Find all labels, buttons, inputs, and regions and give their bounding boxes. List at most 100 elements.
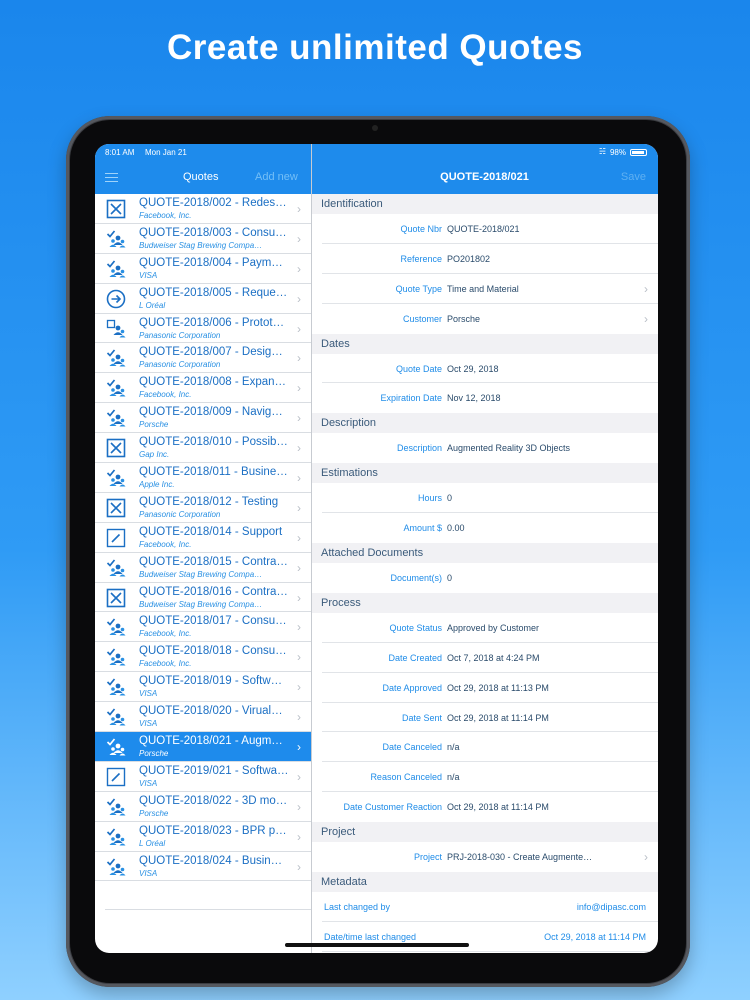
quote-title: QUOTE-2018/023 - BPR p… — [139, 824, 287, 837]
chevron-right-icon: › — [297, 590, 301, 605]
approved-group-icon — [106, 797, 126, 817]
field-customer[interactable]: Customer Porsche › — [322, 304, 658, 334]
field-quote-type[interactable]: Quote Type Time and Material › — [322, 274, 658, 304]
quote-title: QUOTE-2018/014 - Support — [139, 525, 283, 538]
field-value[interactable]: 0 — [447, 483, 627, 513]
status-time: 8:01 AM — [105, 148, 135, 157]
quote-title: QUOTE-2018/006 - Protot… — [139, 316, 285, 329]
status-bar: 8:01 AM Mon Jan 21 ☵ 98% — [95, 144, 658, 160]
field-label: Date Created — [388, 652, 442, 663]
field-date-created: Date Created Oct 7, 2018 at 4:24 PM — [322, 643, 658, 673]
quote-list-item[interactable]: QUOTE-2018/007 - Desig… Panasonic Corpora… — [95, 343, 311, 374]
field-value: 0 — [447, 573, 453, 584]
quote-client: Budweiser Stag Brewing Compa… — [139, 599, 263, 609]
chevron-right-icon: › — [297, 710, 301, 725]
approved-group-icon — [106, 378, 126, 398]
rejected-icon — [106, 588, 126, 608]
list-end-separator — [105, 909, 311, 910]
quote-list-item[interactable]: QUOTE-2018/005 - Reque… L Oréal › — [95, 284, 311, 314]
field-documents[interactable]: Document(s) 0 — [322, 563, 658, 593]
field-quote-status[interactable]: Quote Status Approved by Customer — [322, 613, 658, 643]
quote-list-item[interactable]: QUOTE-2018/020 - Virual… VISA › — [95, 702, 311, 733]
quote-list-item[interactable]: QUOTE-2018/011 - Busine… Apple Inc. › — [95, 463, 311, 493]
field-project[interactable]: Project PRJ-2018-030 - Create Augmente… … — [322, 842, 658, 872]
approved-group-icon — [106, 617, 126, 637]
chevron-right-icon: › — [297, 202, 301, 216]
field-label: Expiration Date — [380, 393, 442, 404]
quote-list-item[interactable]: QUOTE-2018/012 - Testing Panasonic Corpor… — [95, 493, 311, 523]
field-value[interactable]: 0.00 — [447, 513, 627, 543]
chevron-right-icon: › — [644, 281, 648, 296]
field-expiration-date[interactable]: Expiration Date Nov 12, 2018 — [322, 383, 658, 413]
rejected-icon — [106, 498, 126, 518]
sent-arrow-icon — [106, 289, 126, 309]
quote-list-item[interactable]: QUOTE-2018/015 - Contra… Budweiser Stag B… — [95, 553, 311, 583]
quote-client: Panasonic Corporation — [139, 330, 221, 340]
quote-list-item[interactable]: QUOTE-2019/021 - Softwa… VISA › — [95, 762, 311, 792]
field-description[interactable]: Description Augmented Reality 3D Objects — [322, 433, 658, 463]
field-value: Oct 29, 2018 — [447, 363, 499, 374]
field-label: Date Approved — [382, 682, 442, 693]
field-quote-nbr: Quote Nbr QUOTE-2018/021 — [322, 214, 658, 244]
approved-group-icon — [106, 259, 126, 279]
quote-list-item[interactable]: QUOTE-2018/016 - Contra… Budweiser Stag B… — [95, 583, 311, 613]
field-value: Approved by Customer — [447, 622, 540, 633]
quote-list-item[interactable]: QUOTE-2018/019 - Softw… VISA › — [95, 672, 311, 703]
field-value[interactable]: Augmented Reality 3D Objects — [447, 433, 627, 463]
quote-list-item[interactable]: QUOTE-2018/008 - Expan… Facebook, Inc. › — [95, 373, 311, 404]
quote-client: Porsche — [139, 808, 169, 818]
field-label: Quote Nbr — [400, 224, 442, 234]
quote-list-item[interactable]: QUOTE-2018/018 - Consu… Facebook, Inc. › — [95, 642, 311, 673]
quote-client: VISA — [139, 868, 158, 878]
field-reference[interactable]: Reference PO201802 — [322, 244, 658, 274]
quote-list-item[interactable]: QUOTE-2018/010 - Possib… Gap Inc. › — [95, 433, 311, 464]
field-label: Hours — [417, 493, 442, 504]
quote-list-item[interactable]: QUOTE-2018/002 - Redes… Facebook, Inc. › — [95, 194, 311, 224]
quote-list-item[interactable]: QUOTE-2018/009 - Navig… Porsche › — [95, 403, 311, 434]
field-date-approved: Date Approved Oct 29, 2018 at 11:13 PM — [322, 673, 658, 703]
field-value: Porsche — [447, 313, 481, 324]
navigation-bar: 8:01 AM Mon Jan 21 ☵ 98% Quotes Add new … — [95, 144, 658, 194]
approved-group-icon — [106, 408, 126, 428]
quote-list-item[interactable]: QUOTE-2018/014 - Support Facebook, Inc. › — [95, 523, 311, 553]
field-hours[interactable]: Hours 0 — [322, 483, 658, 514]
quote-client: VISA — [139, 270, 158, 280]
home-indicator[interactable] — [285, 943, 469, 947]
field-last-changed-by: Last changed by info@dipasc.com — [322, 892, 658, 922]
field-value: Oct 29, 2018 at 11:14 PM — [447, 712, 549, 723]
field-reason-canceled: Reason Canceled n/a — [322, 762, 658, 793]
hamburger-menu-icon[interactable] — [105, 173, 118, 182]
field-date-customer-reaction: Date Customer Reaction Oct 29, 2018 at 1… — [322, 792, 658, 822]
quote-list-item[interactable]: QUOTE-2018/004 - Paym… VISA › — [95, 254, 311, 284]
field-label: Reference — [400, 253, 442, 264]
quote-list-item[interactable]: QUOTE-2018/023 - BPR p… L Oréal › — [95, 822, 311, 852]
quote-client: VISA — [139, 719, 158, 729]
quote-list-item[interactable]: QUOTE-2018/024 - Busin… VISA › — [95, 852, 311, 882]
field-value[interactable]: PO201802 — [447, 244, 627, 274]
quote-list: QUOTE-2018/002 - Redes… Facebook, Inc. › QU… — [95, 194, 311, 882]
field-amount[interactable]: Amount $ 0.00 — [322, 513, 658, 543]
add-new-button[interactable]: Add new — [255, 171, 298, 183]
quote-title: QUOTE-2018/009 - Navig… — [139, 406, 283, 419]
quote-client: Facebook, Inc. — [139, 659, 192, 669]
wifi-icon: ☵ — [598, 147, 606, 156]
quote-title: QUOTE-2018/020 - Virual… — [139, 705, 283, 718]
chevron-right-icon: › — [297, 321, 301, 336]
field-date-canceled: Date Canceled n/a — [322, 732, 658, 763]
chevron-right-icon: › — [297, 829, 301, 844]
save-button[interactable]: Save — [621, 171, 646, 183]
quote-title: QUOTE-2018/017 - Consul… — [139, 615, 289, 628]
quote-list-item[interactable]: QUOTE-2018/022 - 3D mo… Porsche › — [95, 792, 311, 822]
quote-list-item[interactable]: QUOTE-2018/017 - Consul… Facebook, Inc. › — [95, 612, 311, 643]
quote-list-item[interactable]: QUOTE-2018/006 - Protot… Panasonic Corpor… — [95, 314, 311, 344]
quote-client: VISA — [139, 778, 158, 788]
field-quote-date[interactable]: Quote Date Oct 29, 2018 — [322, 354, 658, 384]
chevron-right-icon: › — [297, 530, 301, 545]
quote-list-item[interactable]: QUOTE-2018/021 - Augm… Porsche › — [95, 732, 311, 762]
edit-icon — [106, 767, 126, 787]
field-label: Customer — [402, 313, 442, 324]
quote-list-item[interactable]: QUOTE-2018/003 - Consu… Budweiser Stag Br… — [95, 224, 311, 254]
chevron-right-icon: › — [297, 231, 301, 246]
quote-client: Budweiser Stag Brewing Compa… — [139, 569, 263, 579]
quote-title: QUOTE-2018/002 - Redes… — [139, 197, 287, 209]
